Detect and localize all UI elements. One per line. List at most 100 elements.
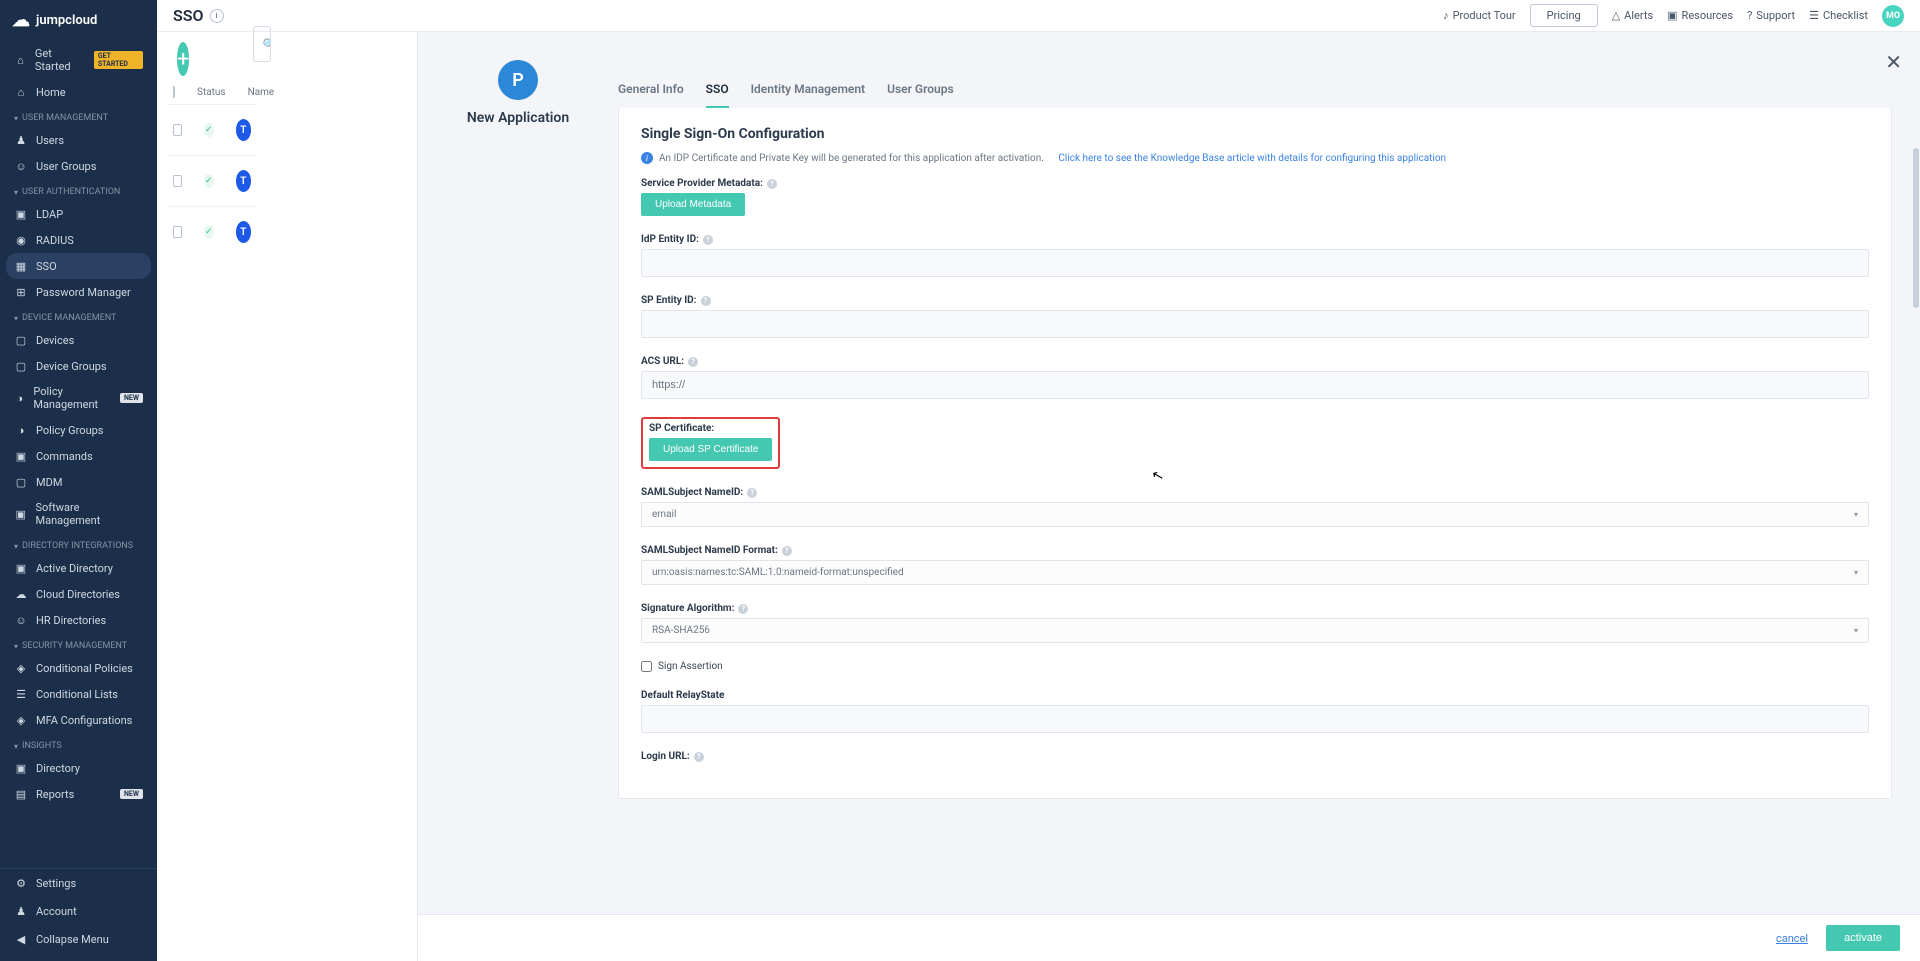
tab-identity-management[interactable]: Identity Management <box>751 72 865 108</box>
policy-group-icon: ◑ <box>14 423 28 437</box>
app-avatar: T <box>236 170 251 192</box>
software-icon: ▣ <box>14 507 28 521</box>
nav-policy-groups[interactable]: ◑Policy Groups <box>0 417 157 443</box>
idp-entity-id-input[interactable] <box>641 249 1869 277</box>
nav-conditional-policies[interactable]: ◈Conditional Policies <box>0 655 157 681</box>
upload-sp-certificate-button[interactable]: Upload SP Certificate <box>649 438 772 461</box>
nav-directory[interactable]: ▣Directory <box>0 755 157 781</box>
shield-icon: ◈ <box>14 661 28 675</box>
acs-url-input[interactable] <box>641 371 1869 399</box>
page-title: SSO i <box>173 6 224 25</box>
search-input[interactable]: 🔍JC S <box>253 26 271 62</box>
tab-sso[interactable]: SSO <box>706 72 729 108</box>
nav-get-started[interactable]: ⌂Get StartedGET STARTED <box>0 41 157 79</box>
sign-assertion-input[interactable] <box>641 661 652 672</box>
info-icon[interactable]: i <box>210 9 224 23</box>
list-row[interactable]: ✓ T <box>167 206 257 257</box>
help-icon[interactable]: ? <box>701 296 711 306</box>
checklist-link[interactable]: ☰Checklist <box>1809 9 1868 22</box>
add-app-button[interactable]: + <box>177 42 189 76</box>
section-insights[interactable]: INSIGHTS <box>0 733 157 755</box>
mfa-icon: ◈ <box>14 713 28 727</box>
gear-icon: ⚙ <box>14 876 28 890</box>
close-panel-button[interactable]: ✕ <box>1885 50 1902 74</box>
nav-user-groups[interactable]: ☺User Groups <box>0 153 157 179</box>
nav-conditional-lists[interactable]: ☰Conditional Lists <box>0 681 157 707</box>
collapse-icon: ◀ <box>14 932 28 946</box>
sp-entity-id-input[interactable] <box>641 310 1869 338</box>
nav-device-groups[interactable]: ▢Device Groups <box>0 353 157 379</box>
nav-account[interactable]: ♟Account <box>0 897 157 925</box>
nav-software-management[interactable]: ▣Software Management <box>0 495 157 533</box>
nav-settings[interactable]: ⚙Settings <box>0 869 157 897</box>
sidebar: ☁ jumpcloud ⌂Get StartedGET STARTED ⌂Hom… <box>0 0 157 961</box>
nav-collapse-menu[interactable]: ◀Collapse Menu <box>0 925 157 953</box>
signature-algorithm-select[interactable]: RSA-SHA256 <box>641 618 1869 643</box>
list-row[interactable]: ✓ T <box>167 104 257 155</box>
radius-icon: ◉ <box>14 233 28 247</box>
relaystate-input[interactable] <box>641 705 1869 733</box>
sign-assertion-checkbox[interactable]: Sign Assertion <box>641 661 1869 672</box>
section-user-management[interactable]: USER MANAGEMENT <box>0 105 157 127</box>
info-message: i An IDP Certificate and Private Key wil… <box>641 152 1869 164</box>
tab-user-groups[interactable]: User Groups <box>887 72 954 108</box>
device-group-icon: ▢ <box>14 359 28 373</box>
terminal-icon: ▣ <box>14 449 28 463</box>
help-icon[interactable]: ? <box>738 604 748 614</box>
badge-new-reports: NEW <box>120 789 143 799</box>
cancel-link[interactable]: cancel <box>1776 932 1808 945</box>
nameid-select[interactable]: email <box>641 502 1869 527</box>
nav-password-manager[interactable]: ⊞Password Manager <box>0 279 157 305</box>
nav-home[interactable]: ⌂Home <box>0 79 157 105</box>
nameid-format-select[interactable]: urn:oasis:names:tc:SAML:1.0:nameid-forma… <box>641 560 1869 585</box>
nav-radius[interactable]: ◉RADIUS <box>0 227 157 253</box>
help-icon[interactable]: ? <box>703 235 713 245</box>
row-checkbox[interactable] <box>173 124 182 136</box>
help-icon[interactable]: ? <box>747 488 757 498</box>
activate-button[interactable]: activate <box>1826 925 1900 951</box>
kb-article-link[interactable]: Click here to see the Knowledge Base art… <box>1058 153 1446 164</box>
upload-metadata-button[interactable]: Upload Metadata <box>641 193 745 216</box>
policy-icon: ◑ <box>14 391 25 405</box>
resources-link[interactable]: ▣Resources <box>1667 9 1733 22</box>
support-link[interactable]: ?Support <box>1747 9 1795 22</box>
help-icon[interactable]: ? <box>767 179 777 189</box>
help-icon[interactable]: ? <box>688 357 698 367</box>
scrollbar[interactable] <box>1913 148 1919 308</box>
nav-commands[interactable]: ▣Commands <box>0 443 157 469</box>
help-icon[interactable]: ? <box>694 752 704 762</box>
section-security-mgmt[interactable]: SECURITY MANAGEMENT <box>0 633 157 655</box>
nav-policy-management[interactable]: ◑Policy ManagementNEW <box>0 379 157 417</box>
alert-icon: △ <box>1612 9 1620 22</box>
app-letter-badge: P <box>498 60 538 100</box>
label-sp-entity-id: SP Entity ID:? <box>641 295 1869 306</box>
nav-cloud-directories[interactable]: ☁Cloud Directories <box>0 581 157 607</box>
sso-icon: ▦ <box>14 259 28 273</box>
info-icon: i <box>641 152 653 164</box>
section-device-mgmt[interactable]: DEVICE MANAGEMENT <box>0 305 157 327</box>
nav-hr-directories[interactable]: ☺HR Directories <box>0 607 157 633</box>
nav-mdm[interactable]: ▢MDM <box>0 469 157 495</box>
nav-mfa-configurations[interactable]: ◈MFA Configurations <box>0 707 157 733</box>
section-directory-integrations[interactable]: DIRECTORY INTEGRATIONS <box>0 533 157 555</box>
resources-icon: ▣ <box>1667 9 1677 22</box>
ldap-icon: ▣ <box>14 207 28 221</box>
nav-devices[interactable]: ▢Devices <box>0 327 157 353</box>
brand-logo[interactable]: ☁ jumpcloud <box>0 0 157 41</box>
help-icon[interactable]: ? <box>782 546 792 556</box>
nav-users[interactable]: ♟Users <box>0 127 157 153</box>
nav-ldap[interactable]: ▣LDAP <box>0 201 157 227</box>
status-active-icon: ✓ <box>204 174 214 188</box>
user-avatar[interactable]: MO <box>1882 5 1904 27</box>
pricing-button[interactable]: Pricing <box>1530 4 1598 27</box>
alerts-link[interactable]: △Alerts <box>1612 9 1653 22</box>
nav-sso[interactable]: ▦SSO <box>6 253 151 279</box>
product-tour-link[interactable]: ♪Product Tour <box>1443 9 1516 22</box>
nav-active-directory[interactable]: ▣Active Directory <box>0 555 157 581</box>
row-checkbox[interactable] <box>173 175 182 187</box>
section-user-auth[interactable]: USER AUTHENTICATION <box>0 179 157 201</box>
list-row[interactable]: ✓ T <box>167 155 257 206</box>
select-all-checkbox[interactable] <box>173 86 175 98</box>
nav-reports[interactable]: ▤ReportsNEW <box>0 781 157 807</box>
row-checkbox[interactable] <box>173 226 182 238</box>
